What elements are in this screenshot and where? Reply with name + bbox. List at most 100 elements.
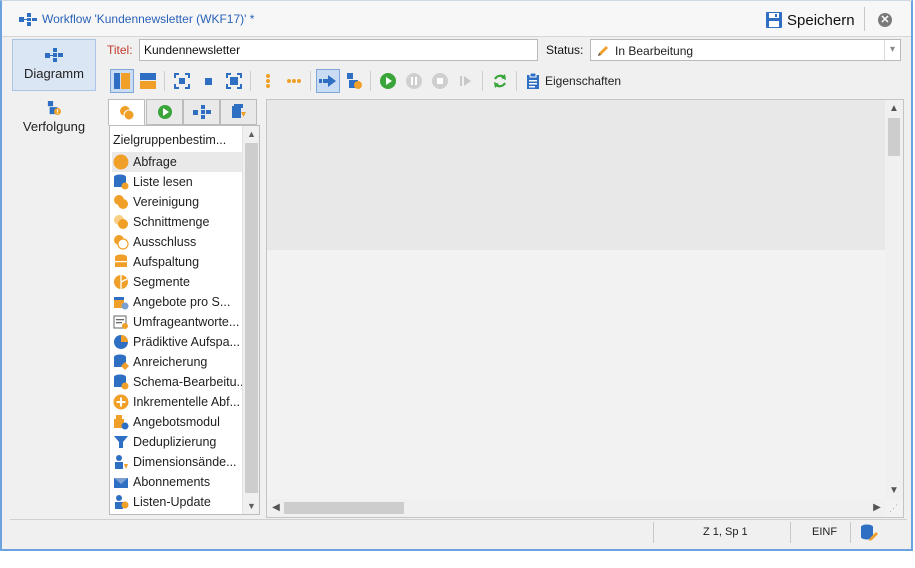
palette-item-label: Aufspaltung [133, 255, 200, 269]
diagram-icon [192, 105, 211, 119]
palette-item[interactable]: Angebotsmodul [112, 412, 242, 432]
layout-horizontal-icon [140, 73, 156, 89]
connect-mode-button[interactable] [316, 69, 340, 93]
close-icon[interactable]: ✕ [878, 13, 892, 27]
scroll-up-icon[interactable]: ▲ [243, 126, 259, 142]
zoom-selection-icon [226, 73, 242, 89]
palette-item[interactable]: Dimensionsände... [112, 452, 242, 472]
tab-targeting[interactable] [108, 99, 145, 126]
palette-item[interactable]: Anreicherung [112, 352, 242, 372]
palette-item-label: Deduplizierung [133, 435, 217, 449]
palette-item[interactable]: Liste lesen [112, 172, 242, 192]
palette-item[interactable]: Abfrage [112, 152, 242, 172]
connect-arrow-icon [319, 75, 336, 87]
palette-item[interactable]: Umfrageantworte... [112, 312, 242, 332]
palette-item[interactable]: Segmente [112, 272, 242, 292]
zoom-fit-button[interactable] [170, 69, 194, 93]
status-select[interactable]: In Bearbeitung ▾ [590, 39, 901, 61]
scroll-left-icon[interactable]: ◀ [268, 500, 284, 516]
palette-item[interactable]: Ausschluss [112, 232, 242, 252]
zoom-selection-button[interactable] [222, 69, 246, 93]
targeting-icon [119, 105, 134, 120]
palette-item[interactable]: Vereinigung [112, 192, 242, 212]
palette-item[interactable]: Inkrementelle Abf... [112, 392, 242, 412]
palette-item[interactable]: Angebote pro S... [112, 292, 242, 312]
activity-palette: Zielgruppenbestim... Abfrage Liste lesen V… [108, 99, 260, 517]
workflow-alert-icon [347, 73, 362, 89]
refresh-icon [494, 74, 506, 88]
palette-item-label: Abonnements [133, 475, 211, 489]
survey-icon [112, 313, 130, 331]
split-icon [112, 253, 130, 271]
stop-button[interactable] [428, 69, 452, 93]
align-horizontal-button[interactable] [282, 69, 306, 93]
zoom-actual-button[interactable] [196, 69, 220, 93]
nav-item-diagram[interactable]: Diagramm [12, 39, 96, 91]
predictive-icon [112, 333, 130, 351]
left-navigation: Diagramm Verfolgung [10, 37, 98, 517]
window-title: Workflow 'Kundennewsletter (WKF17)' * [42, 12, 255, 26]
save-icon [766, 12, 782, 28]
palette-item[interactable]: Schema-Bearbeitu... [112, 372, 242, 392]
union-icon [112, 193, 130, 211]
palette-item[interactable]: Abonnements [112, 472, 242, 492]
canvas-vertical-scrollbar[interactable]: ▲ ▼ [885, 100, 903, 500]
palette-item-label: Inkrementelle Abf... [133, 395, 241, 409]
palette-item-label: Anreicherung [133, 355, 208, 369]
scroll-right-icon[interactable]: ▶ [869, 500, 885, 516]
layout-horizontal-button[interactable] [136, 69, 160, 93]
step-button[interactable] [454, 69, 478, 93]
palette-item[interactable]: Listen-Update [112, 492, 242, 512]
scroll-down-icon[interactable]: ▼ [243, 498, 259, 514]
properties-button[interactable]: Eigenschaften [526, 69, 621, 93]
palette-item-label: Schema-Bearbeitu... [133, 375, 242, 389]
status-label: Status: [546, 43, 584, 57]
tab-events[interactable] [220, 99, 257, 125]
offer-engine-icon [112, 413, 130, 431]
workflow-icon [19, 13, 37, 26]
palette-scrollbar[interactable]: ▲ ▼ [242, 126, 259, 514]
tracking-button[interactable] [342, 69, 366, 93]
palette-scroll-thumb[interactable] [245, 143, 258, 493]
enrichment-icon [112, 353, 130, 371]
palette-item-label: Listen-Update [133, 495, 211, 509]
canvas-horizontal-scrollbar[interactable]: ◀ ▶ [267, 499, 886, 517]
offers-icon [112, 293, 130, 311]
chevron-down-icon[interactable]: ▾ [884, 40, 900, 60]
palette-list: Zielgruppenbestim... Abfrage Liste lesen V… [109, 125, 260, 515]
palette-item[interactable]: Schnittmenge [112, 212, 242, 232]
stop-icon [432, 73, 448, 89]
tab-actions[interactable] [183, 99, 220, 125]
diagram-icon [45, 48, 63, 62]
palette-item-label: Angebotsmodul [133, 415, 220, 429]
palette-item[interactable]: Aufspaltung [112, 252, 242, 272]
nav-item-tracking[interactable]: Verfolgung [12, 93, 96, 145]
canvas-vscroll-thumb[interactable] [888, 118, 900, 156]
tab-flow-control[interactable] [146, 99, 183, 125]
database-edit-icon[interactable] [860, 524, 878, 542]
diagram-canvas[interactable]: ▲ ▼ ◀ ▶ ⋰ [266, 99, 904, 518]
intersection-icon [112, 213, 130, 231]
palette-item-label: Schnittmenge [133, 215, 210, 229]
title-label: Titel: [107, 43, 133, 57]
palette-item[interactable]: Prädiktive Aufspa... [112, 332, 242, 352]
refresh-button[interactable] [488, 69, 512, 93]
layout-vertical-button[interactable] [110, 69, 134, 93]
scroll-down-icon[interactable]: ▼ [886, 483, 902, 499]
pause-icon [406, 73, 422, 89]
layout-vertical-icon [114, 73, 130, 89]
scroll-up-icon[interactable]: ▲ [886, 101, 902, 117]
title-input[interactable] [139, 39, 538, 61]
exclusion-icon [112, 233, 130, 251]
palette-category-header: Zielgruppenbestim... [113, 133, 227, 147]
palette-item-label: Umfrageantworte... [133, 315, 240, 329]
resize-grip-icon[interactable]: ⋰ [889, 503, 901, 515]
save-button[interactable]: Speichern [765, 9, 855, 31]
start-button[interactable] [376, 69, 400, 93]
palette-item[interactable]: Deduplizierung [112, 432, 242, 452]
palette-item-label: Dimensionsände... [133, 455, 237, 469]
pause-button[interactable] [402, 69, 426, 93]
canvas-hscroll-thumb[interactable] [284, 502, 404, 514]
play-icon [157, 105, 172, 119]
align-vertical-button[interactable] [256, 69, 280, 93]
